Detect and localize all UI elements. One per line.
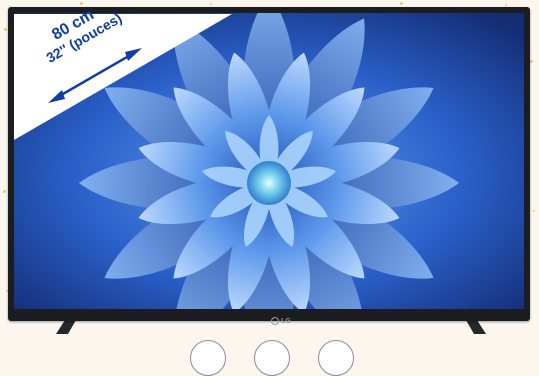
tv-screen — [14, 13, 524, 309]
brand-name: LG — [281, 317, 291, 325]
tv-frame: LG — [8, 7, 530, 325]
sparkle-decoration — [210, 3, 212, 5]
feature-circle — [318, 340, 354, 376]
sparkle-decoration — [80, 2, 83, 5]
feature-circle — [190, 340, 226, 376]
lg-logo-icon — [271, 317, 280, 325]
feature-icons — [190, 340, 354, 376]
tv-stand-right — [466, 320, 486, 334]
sparkle-decoration — [533, 210, 535, 212]
brand-logo: LG — [271, 317, 291, 325]
flower-image — [14, 13, 524, 309]
tv-stand-left — [56, 320, 76, 334]
sparkle-decoration — [3, 190, 6, 193]
sparkle-decoration — [505, 4, 507, 6]
brand-logo-area: LG — [8, 312, 530, 325]
sparkle-decoration — [530, 60, 533, 63]
feature-circle — [254, 340, 290, 376]
sparkle-decoration — [400, 2, 403, 5]
sparkle-decoration — [4, 28, 7, 31]
